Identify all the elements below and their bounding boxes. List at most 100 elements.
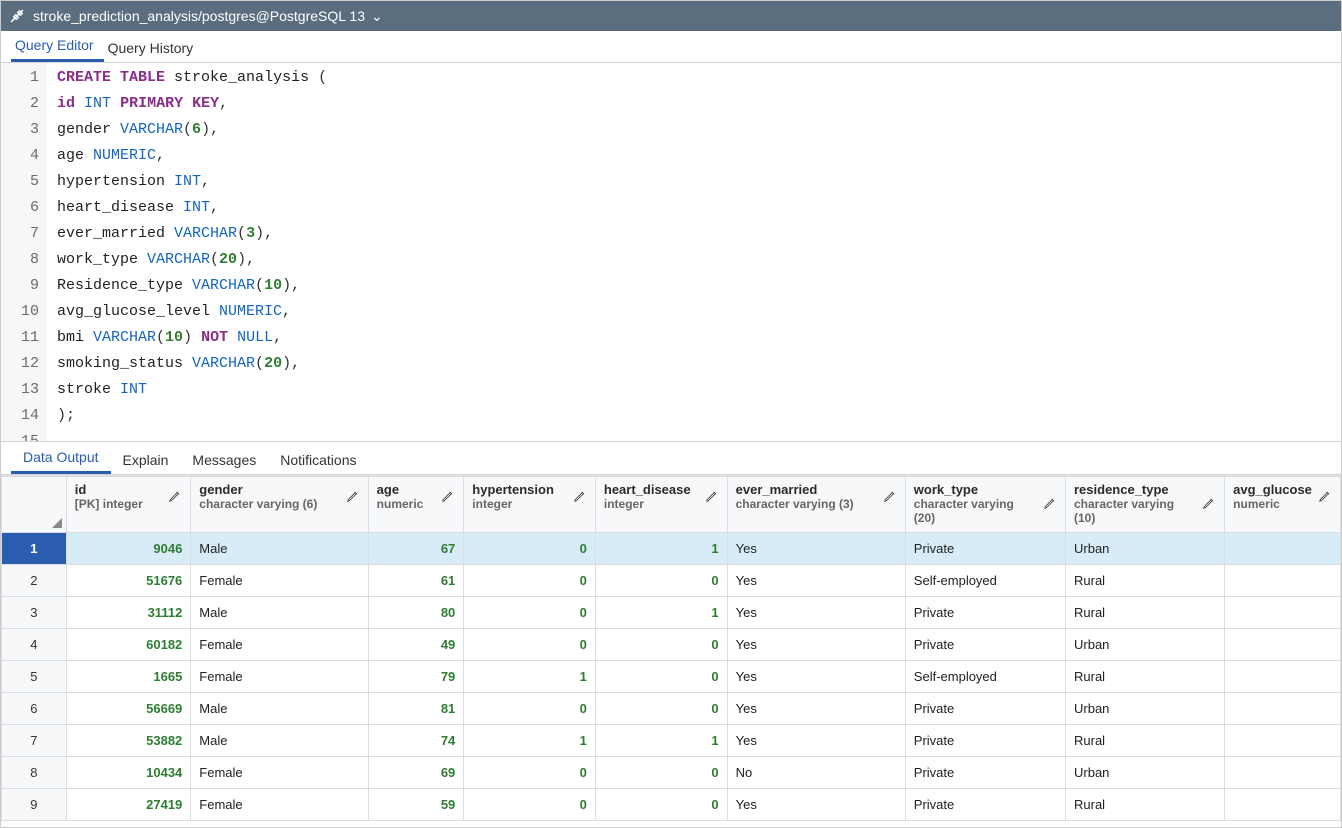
data-cell[interactable]: 0 <box>595 660 727 692</box>
data-cell[interactable]: No <box>727 756 905 788</box>
output-tab[interactable]: Explain <box>111 446 181 474</box>
code-line[interactable]: avg_glucose_level NUMERIC, <box>57 299 327 325</box>
column-header[interactable]: residence_typecharacter varying (10) <box>1066 477 1225 533</box>
data-cell[interactable]: 67 <box>368 532 464 564</box>
data-cell[interactable]: 10434 <box>66 756 191 788</box>
code-area[interactable]: CREATE TABLE stroke_analysis (id INT PRI… <box>47 63 327 441</box>
pencil-icon[interactable] <box>1318 489 1332 506</box>
code-line[interactable] <box>57 429 327 441</box>
data-cell[interactable]: 0 <box>595 788 727 820</box>
column-header[interactable]: work_typecharacter varying (20) <box>905 477 1065 533</box>
data-cell[interactable]: 0 <box>464 628 596 660</box>
data-cell[interactable]: 59 <box>368 788 464 820</box>
pencil-icon[interactable] <box>573 489 587 506</box>
data-cell[interactable]: 9046 <box>66 532 191 564</box>
column-header[interactable]: gendercharacter varying (6) <box>191 477 368 533</box>
data-cell[interactable]: Female <box>191 756 368 788</box>
data-cell[interactable] <box>1225 660 1341 692</box>
data-cell[interactable]: 0 <box>595 564 727 596</box>
data-cell[interactable]: 0 <box>464 692 596 724</box>
column-header[interactable]: ever_marriedcharacter varying (3) <box>727 477 905 533</box>
data-cell[interactable]: Private <box>905 692 1065 724</box>
column-header[interactable]: heart_diseaseinteger <box>595 477 727 533</box>
data-cell[interactable]: 1 <box>464 660 596 692</box>
row-number-cell[interactable]: 3 <box>2 596 67 628</box>
data-cell[interactable]: 53882 <box>66 724 191 756</box>
data-cell[interactable]: 56669 <box>66 692 191 724</box>
data-cell[interactable]: Self-employed <box>905 564 1065 596</box>
data-cell[interactable]: Yes <box>727 692 905 724</box>
row-number-cell[interactable]: 7 <box>2 724 67 756</box>
data-cell[interactable]: 80 <box>368 596 464 628</box>
column-header[interactable]: agenumeric <box>368 477 464 533</box>
data-cell[interactable]: Male <box>191 692 368 724</box>
row-number-cell[interactable]: 4 <box>2 628 67 660</box>
data-cell[interactable]: 0 <box>464 532 596 564</box>
table-row[interactable]: 810434Female6900NoPrivateUrban <box>2 756 1341 788</box>
data-cell[interactable]: Yes <box>727 532 905 564</box>
data-cell[interactable]: 1 <box>595 724 727 756</box>
code-line[interactable]: gender VARCHAR(6), <box>57 117 327 143</box>
row-number-cell[interactable]: 1 <box>2 532 67 564</box>
data-cell[interactable]: Yes <box>727 660 905 692</box>
data-cell[interactable]: Male <box>191 724 368 756</box>
code-line[interactable]: work_type VARCHAR(20), <box>57 247 327 273</box>
data-cell[interactable] <box>1225 724 1341 756</box>
pencil-icon[interactable] <box>1043 496 1057 513</box>
data-cell[interactable]: Yes <box>727 788 905 820</box>
data-cell[interactable] <box>1225 596 1341 628</box>
data-cell[interactable]: Yes <box>727 628 905 660</box>
data-cell[interactable]: Urban <box>1066 628 1225 660</box>
row-number-cell[interactable]: 5 <box>2 660 67 692</box>
data-cell[interactable]: Urban <box>1066 692 1225 724</box>
row-number-cell[interactable]: 2 <box>2 564 67 596</box>
data-cell[interactable]: Rural <box>1066 564 1225 596</box>
data-cell[interactable]: 60182 <box>66 628 191 660</box>
data-cell[interactable] <box>1225 564 1341 596</box>
table-row[interactable]: 331112Male8001YesPrivateRural <box>2 596 1341 628</box>
data-cell[interactable]: Rural <box>1066 724 1225 756</box>
editor-tab[interactable]: Query Editor <box>11 31 104 62</box>
code-line[interactable]: ever_married VARCHAR(3), <box>57 221 327 247</box>
output-tab[interactable]: Notifications <box>268 446 368 474</box>
chevron-down-icon[interactable]: ⌄ <box>371 8 383 25</box>
code-line[interactable]: Residence_type VARCHAR(10), <box>57 273 327 299</box>
code-line[interactable]: id INT PRIMARY KEY, <box>57 91 327 117</box>
code-line[interactable]: age NUMERIC, <box>57 143 327 169</box>
pencil-icon[interactable] <box>168 489 182 506</box>
data-cell[interactable]: 81 <box>368 692 464 724</box>
table-row[interactable]: 927419Female5900YesPrivateRural <box>2 788 1341 820</box>
sql-editor[interactable]: 123456789101112131415 CREATE TABLE strok… <box>1 63 1341 441</box>
data-cell[interactable]: Rural <box>1066 788 1225 820</box>
data-cell[interactable]: 74 <box>368 724 464 756</box>
editor-tab[interactable]: Query History <box>104 34 204 62</box>
pencil-icon[interactable] <box>1202 496 1216 513</box>
data-cell[interactable]: Urban <box>1066 756 1225 788</box>
data-cell[interactable]: Female <box>191 564 368 596</box>
data-cell[interactable]: Private <box>905 532 1065 564</box>
data-cell[interactable]: 69 <box>368 756 464 788</box>
code-line[interactable]: ); <box>57 403 327 429</box>
data-cell[interactable]: 1 <box>595 596 727 628</box>
connection-titlebar[interactable]: stroke_prediction_analysis/postgres@Post… <box>1 1 1341 31</box>
data-cell[interactable]: 61 <box>368 564 464 596</box>
data-cell[interactable]: Private <box>905 756 1065 788</box>
table-row[interactable]: 460182Female4900YesPrivateUrban <box>2 628 1341 660</box>
data-cell[interactable]: 79 <box>368 660 464 692</box>
data-cell[interactable]: 0 <box>595 628 727 660</box>
data-cell[interactable]: Yes <box>727 564 905 596</box>
data-cell[interactable]: Rural <box>1066 596 1225 628</box>
data-cell[interactable]: Private <box>905 724 1065 756</box>
column-header[interactable]: id[PK] integer <box>66 477 191 533</box>
table-row[interactable]: 753882Male7411YesPrivateRural <box>2 724 1341 756</box>
data-cell[interactable]: 0 <box>464 788 596 820</box>
table-row[interactable]: 251676Female6100YesSelf-employedRural <box>2 564 1341 596</box>
column-header[interactable]: avg_glucosenumeric <box>1225 477 1341 533</box>
data-cell[interactable] <box>1225 788 1341 820</box>
table-row[interactable]: 656669Male8100YesPrivateUrban <box>2 692 1341 724</box>
data-cell[interactable]: 49 <box>368 628 464 660</box>
data-cell[interactable]: Female <box>191 660 368 692</box>
output-tab[interactable]: Messages <box>180 446 268 474</box>
code-line[interactable]: stroke INT <box>57 377 327 403</box>
data-cell[interactable] <box>1225 756 1341 788</box>
